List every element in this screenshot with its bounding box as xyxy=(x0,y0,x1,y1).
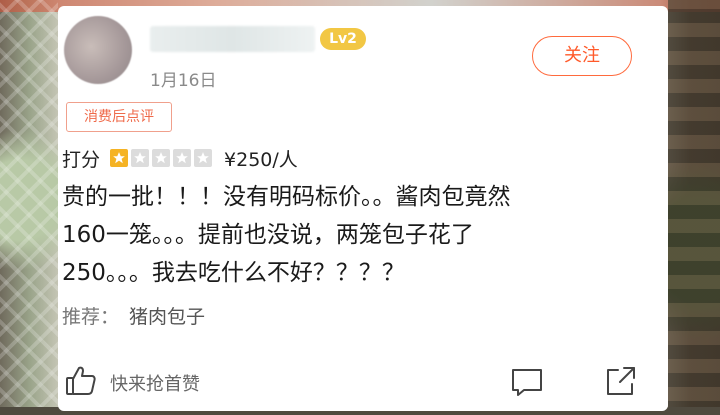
follow-button[interactable]: 关注 xyxy=(532,36,632,76)
recommend-value[interactable]: 猪肉包子 xyxy=(129,306,205,328)
rating-row: 打分 ¥250/人 xyxy=(62,144,298,172)
review-card: Lv2 1月16日 关注 消费后点评 打分 ¥250/人 贵的一批！！！没有明码… xyxy=(58,6,668,411)
background-lattice xyxy=(0,0,58,415)
star-icon xyxy=(110,149,129,167)
username-blurred[interactable] xyxy=(150,26,315,52)
like-label[interactable]: 快来抢首赞 xyxy=(110,370,200,396)
avatar[interactable] xyxy=(64,16,132,84)
thumbs-up-icon[interactable] xyxy=(64,364,98,402)
background-brick-wall xyxy=(668,0,720,415)
level-badge: Lv2 xyxy=(320,28,366,50)
star-icon xyxy=(131,149,150,167)
action-bar: 快来抢首赞 xyxy=(64,364,640,400)
star-icon xyxy=(194,149,213,167)
recommend-label: 推荐： xyxy=(62,306,120,328)
star-icon xyxy=(152,149,171,167)
share-icon[interactable] xyxy=(604,364,638,402)
rating-label: 打分 xyxy=(62,148,101,171)
recommend-row: 推荐： 猪肉包子 xyxy=(62,302,205,329)
star-icon xyxy=(173,149,192,167)
price-per-person: ¥250/人 xyxy=(224,148,298,171)
comment-icon[interactable] xyxy=(510,366,544,402)
review-date: 1月16日 xyxy=(150,71,217,91)
post-consumption-tag: 消费后点评 xyxy=(66,102,172,132)
star-rating xyxy=(110,149,213,167)
like-button[interactable]: 快来抢首赞 xyxy=(64,364,200,402)
review-text: 贵的一批！！！没有明码标价。。酱肉包竟然 160一笼。。。提前也没说，两笼包子花… xyxy=(62,184,511,286)
